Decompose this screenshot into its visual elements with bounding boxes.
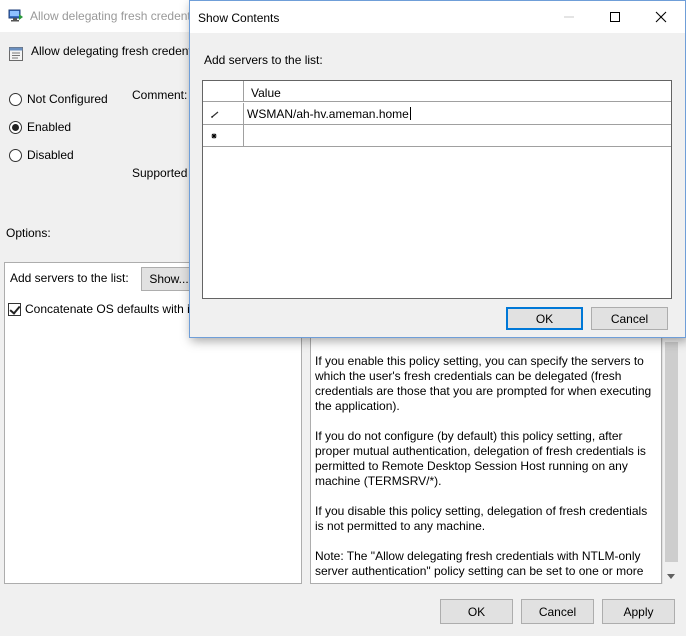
radio-disabled-circle[interactable] bbox=[9, 148, 22, 162]
add-servers-label: Add servers to the list: bbox=[10, 271, 129, 285]
dialog-prompt: Add servers to the list: bbox=[204, 53, 323, 67]
help-paragraph: Note: The "Allow delegating fresh creden… bbox=[315, 549, 644, 578]
grid-cell-value[interactable]: WSMAN/ah-hv.ameman.home bbox=[247, 107, 411, 121]
new-row-icon bbox=[211, 133, 217, 139]
dialog-title-bar: Show Contents bbox=[190, 1, 685, 33]
row-header-corner bbox=[203, 81, 244, 102]
radio-not-configured-label: Not Configured bbox=[27, 92, 108, 106]
radio-disabled-label: Disabled bbox=[27, 148, 74, 162]
help-paragraph: If you do not configure (by default) thi… bbox=[315, 429, 646, 488]
dialog-title: Show Contents bbox=[198, 11, 280, 25]
grid-row-new[interactable] bbox=[203, 125, 671, 147]
dialog-cancel-button[interactable]: Cancel bbox=[591, 307, 668, 330]
radio-enabled-circle[interactable] bbox=[9, 120, 22, 134]
minimize-icon bbox=[564, 16, 574, 18]
scroll-down-arrow-icon[interactable] bbox=[667, 574, 675, 579]
help-scrollbar-thumb[interactable] bbox=[665, 342, 678, 562]
show-contents-dialog: Show Contents Add servers to the list: V… bbox=[189, 0, 686, 338]
minimize-button[interactable] bbox=[546, 1, 592, 33]
help-paragraph: If you enable this policy setting, you c… bbox=[315, 354, 652, 413]
policy-window-title: Allow delegating fresh credenti bbox=[30, 9, 194, 23]
options-label: Options: bbox=[6, 226, 51, 240]
value-column-header[interactable]: Value bbox=[251, 86, 281, 100]
values-grid[interactable]: Value WSMAN/ah-hv.ameman.home bbox=[202, 80, 672, 299]
help-paragraph: If you disable this policy setting, dele… bbox=[315, 504, 648, 533]
text-caret bbox=[409, 107, 411, 120]
concatenate-label: Concatenate OS defaults with in bbox=[25, 302, 197, 316]
policy-cancel-button[interactable]: Cancel bbox=[521, 599, 594, 624]
radio-disabled[interactable]: Disabled bbox=[9, 148, 74, 162]
help-scrollbar[interactable] bbox=[662, 336, 679, 584]
row-selector[interactable] bbox=[203, 125, 244, 146]
policy-apply-button[interactable]: Apply bbox=[602, 599, 675, 624]
comment-label: Comment: bbox=[132, 88, 188, 102]
radio-enabled[interactable]: Enabled bbox=[9, 120, 71, 134]
policy-app-icon bbox=[8, 9, 23, 22]
radio-not-configured[interactable]: Not Configured bbox=[9, 92, 108, 106]
policy-setting-title: Allow delegating fresh credent bbox=[31, 44, 192, 58]
radio-not-configured-circle[interactable] bbox=[9, 92, 22, 106]
concatenate-checkbox[interactable] bbox=[8, 303, 21, 316]
pencil-icon bbox=[210, 111, 219, 119]
grid-header: Value bbox=[203, 81, 671, 102]
policy-setting-icon bbox=[9, 47, 23, 61]
supported-label: Supported bbox=[132, 166, 188, 180]
close-button[interactable] bbox=[638, 1, 684, 33]
maximize-button[interactable] bbox=[592, 1, 638, 33]
row-selector[interactable] bbox=[203, 103, 244, 124]
help-text-panel: If you enable this policy setting, you c… bbox=[310, 336, 662, 584]
grid-row[interactable]: WSMAN/ah-hv.ameman.home bbox=[203, 103, 671, 125]
dialog-ok-button[interactable]: OK bbox=[506, 307, 583, 330]
radio-enabled-label: Enabled bbox=[27, 120, 72, 134]
close-icon bbox=[655, 11, 667, 23]
maximize-icon bbox=[610, 12, 620, 22]
policy-ok-button[interactable]: OK bbox=[440, 599, 513, 624]
